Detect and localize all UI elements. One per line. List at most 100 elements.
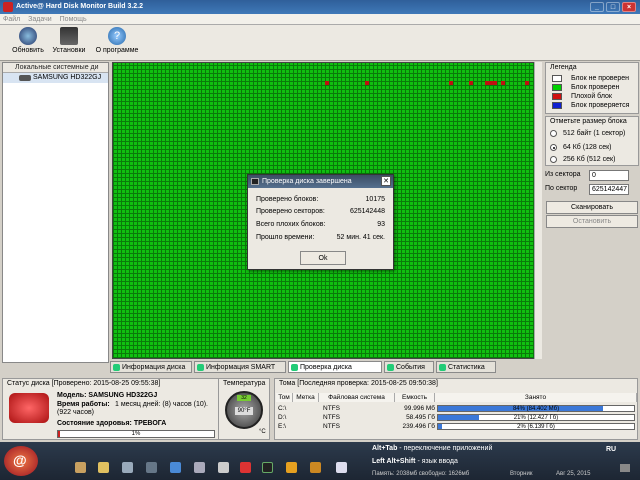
volume-name: C:\ — [278, 405, 287, 412]
temperature-unit: °C — [259, 429, 266, 435]
volume-capacity: 239.496 Гб — [402, 423, 435, 430]
block-size-title: Отметьте размер блока — [550, 118, 627, 125]
taskbar-app-icon[interactable] — [170, 462, 181, 473]
ok-button[interactable]: Ok — [300, 251, 346, 265]
stop-button[interactable]: Остановить — [546, 215, 638, 228]
tree-header[interactable]: Локальные системные ди — [3, 63, 108, 73]
block-map-scrollbar[interactable] — [534, 62, 542, 359]
tab-disk-info[interactable]: Информация диска — [110, 361, 192, 373]
tab-label: События — [396, 364, 425, 371]
hint-switch-apps: Alt+Tab - переключение приложений — [372, 445, 492, 452]
block-size-label: 256 Кб (512 сек) — [563, 156, 616, 163]
to-sector-field[interactable]: 625142447 — [589, 184, 629, 195]
block-size-radio-64k[interactable] — [550, 144, 557, 151]
uptime-hours: (922 часов) — [57, 409, 95, 416]
menu-file[interactable]: Файл — [3, 16, 20, 23]
health-bar: 1% — [57, 430, 215, 438]
settings-button[interactable]: Установки — [50, 27, 88, 54]
tab-disk-scan[interactable]: Проверка диска — [288, 361, 382, 373]
block-size-panel: Отметьте размер блока 512 байт (1 сектор… — [545, 116, 639, 166]
block-size-label: 512 байт (1 сектор) — [563, 130, 626, 137]
taskbar-app-icon[interactable] — [286, 462, 297, 473]
tab-statistics[interactable]: Статистика — [436, 361, 496, 373]
dialog-row-label: Прошло времени: — [256, 234, 315, 241]
tab-bar: Информация диска Информация SMART Провер… — [110, 361, 542, 373]
block-size-radio-256k[interactable] — [550, 156, 557, 163]
taskbar-app-icon[interactable] — [218, 462, 229, 473]
col-volume[interactable]: Том — [276, 393, 293, 402]
clock-date[interactable]: Авг 25, 2015 — [556, 471, 590, 477]
hdd-monitor-taskbar-icon[interactable] — [240, 462, 251, 473]
from-sector-field[interactable]: 0 — [589, 170, 629, 181]
menu-tasks[interactable]: Задачи — [28, 16, 52, 23]
col-used[interactable]: Занято — [435, 393, 637, 402]
memory-indicator: Память: 2038мб свободно: 1626мб — [372, 471, 470, 477]
statistics-icon — [439, 364, 446, 371]
bad-block — [501, 81, 505, 85]
scan-button[interactable]: Сканировать — [546, 201, 638, 214]
legend-label: Плохой блок — [571, 93, 612, 100]
sector-range: Из сектора 0 По сектор 625142447 — [545, 169, 639, 199]
volume-fs: NTFS — [323, 414, 340, 421]
tab-label: Проверка диска — [300, 364, 352, 371]
start-button[interactable]: @ — [4, 446, 38, 476]
volume-usage-text: 2% (6.139 Гб) — [517, 424, 555, 430]
dialog-row-value: 52 мин. 41 сек. — [336, 234, 385, 241]
uptime-value: 1 месяц дней: (8) часов (10). — [115, 401, 208, 408]
col-label[interactable]: Метка — [293, 393, 319, 402]
refresh-label: Обновить — [12, 47, 44, 54]
hard-disk-icon — [19, 75, 31, 81]
tab-events[interactable]: События — [384, 361, 434, 373]
block-size-label: 64 Кб (128 сек) — [563, 144, 612, 151]
terminal-icon[interactable] — [262, 462, 273, 473]
temperature-fahrenheit: 90°F — [235, 407, 253, 415]
app-icon — [3, 2, 13, 12]
window-title-bar[interactable]: Active@ Hard Disk Monitor Build 3.2.2 _ … — [0, 0, 640, 14]
dialog-title-bar[interactable]: Проверка диска завершена ✕ — [248, 175, 393, 188]
taskbar-app-icon[interactable] — [336, 462, 347, 473]
block-size-radio-512[interactable] — [550, 130, 557, 137]
scan-complete-dialog: Проверка диска завершена ✕ Проверено бло… — [247, 174, 394, 270]
close-button[interactable]: × — [622, 2, 636, 12]
menu-help[interactable]: Помощь — [60, 16, 87, 23]
dialog-close-icon[interactable]: ✕ — [381, 176, 391, 186]
events-icon — [387, 364, 394, 371]
maximize-button[interactable]: □ — [606, 2, 620, 12]
col-capacity[interactable]: Емкость — [395, 393, 435, 402]
tree-item-disk[interactable]: SAMSUNG HD322GJ — [3, 73, 108, 83]
disk-label: SAMSUNG HD322GJ — [33, 74, 102, 81]
folder-icon[interactable] — [98, 462, 109, 473]
disk-model: Модель: SAMSUNG HD322GJ — [57, 392, 158, 399]
taskbar-app-icon[interactable] — [75, 462, 86, 473]
bad-block — [365, 81, 369, 85]
tab-label: Информация SMART — [206, 364, 276, 371]
tab-smart-info[interactable]: Информация SMART — [194, 361, 286, 373]
to-sector-label: По сектор — [545, 185, 578, 192]
minimize-button[interactable]: _ — [590, 2, 604, 12]
volume-usage-bar: 2% (6.139 Гб) — [437, 423, 635, 430]
settings-icon — [60, 27, 78, 45]
volume-fs: NTFS — [323, 423, 340, 430]
window-title: Active@ Hard Disk Monitor Build 3.2.2 — [16, 3, 144, 10]
refresh-button[interactable]: Обновить — [10, 27, 46, 54]
legend-swatch — [552, 102, 562, 109]
taskbar-app-icon[interactable] — [122, 462, 133, 473]
col-filesystem[interactable]: Файловая система — [319, 393, 395, 402]
hint-key: Left Alt+Shift — [372, 458, 416, 465]
clock-day: Вторник — [510, 471, 533, 477]
taskbar-app-icon[interactable] — [310, 462, 321, 473]
about-button[interactable]: ? О программе — [95, 27, 139, 54]
temperature-panel: Температура 90°F 32 °C — [218, 378, 270, 440]
volume-usage-bar: 84% (84.402 Мб) — [437, 405, 635, 412]
tray-icon[interactable] — [620, 464, 630, 472]
taskbar — [0, 442, 640, 480]
taskbar-app-icon[interactable] — [146, 462, 157, 473]
bad-block — [449, 81, 453, 85]
taskbar-app-icon[interactable] — [194, 462, 205, 473]
dialog-row-value: 625142448 — [349, 208, 385, 215]
dialog-row-label: Проверено блоков: — [256, 196, 319, 203]
dialog-icon — [251, 178, 259, 185]
language-indicator[interactable]: RU — [606, 446, 616, 453]
smart-icon — [197, 364, 204, 371]
from-sector-label: Из сектора — [545, 171, 581, 178]
